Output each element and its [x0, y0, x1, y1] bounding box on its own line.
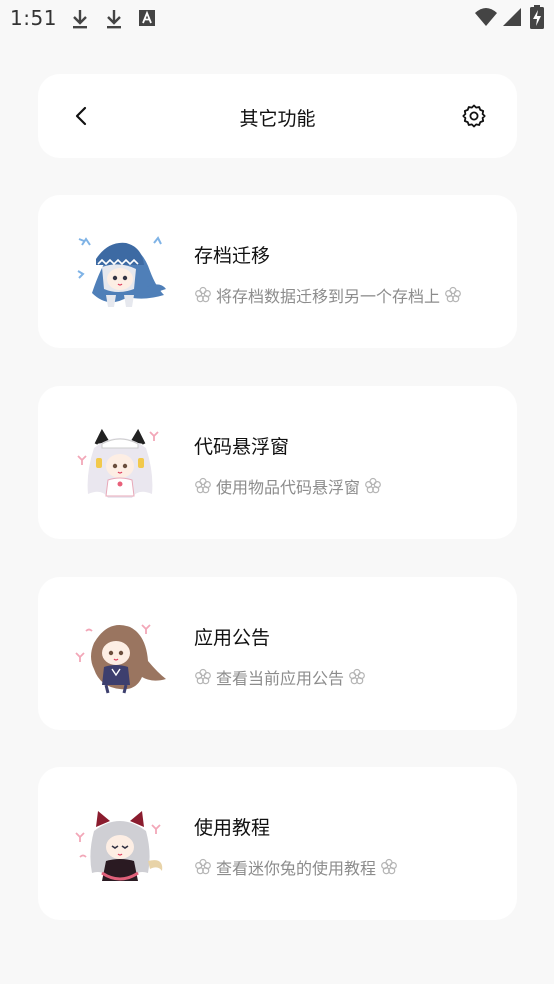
chibi-shark-hood-character: [77, 236, 166, 307]
chibi-brown-hair-character: [75, 624, 166, 694]
card-title: 使用教程: [194, 817, 271, 839]
chibi-maid-character: [77, 428, 159, 498]
flower-icon: [195, 858, 211, 875]
card-description-text: 将存档数据迁移到另一个存档上: [216, 287, 441, 306]
flower-icon: [445, 286, 461, 303]
download-icon: [107, 10, 121, 29]
card-description-text: 使用物品代码悬浮窗: [216, 478, 361, 497]
signal-icon: [503, 8, 521, 26]
status-bar: 1:51: [0, 0, 554, 38]
font-a-icon: [139, 10, 155, 26]
battery-charging-icon: [530, 5, 544, 29]
flower-icon: [195, 477, 211, 494]
flower-icon: [195, 668, 211, 685]
flower-icon: [381, 858, 397, 875]
gear-icon[interactable]: [460, 102, 488, 130]
card-description: 使用物品代码悬浮窗: [194, 474, 382, 498]
card-description: 将存档数据迁移到另一个存档上: [194, 283, 462, 307]
card-description: 查看迷你兔的使用教程: [194, 855, 398, 879]
page-title: 其它功能: [239, 108, 316, 130]
download-icon: [73, 10, 87, 29]
tutorial-card[interactable]: 使用教程 查看迷你兔的使用教程: [38, 767, 517, 920]
save-migration-card[interactable]: 存档迁移 将存档数据迁移到另一个存档上: [38, 195, 517, 348]
card-description: 查看当前应用公告: [194, 665, 366, 689]
status-time: 1:51: [10, 6, 57, 30]
flower-icon: [365, 477, 381, 494]
card-title: 应用公告: [194, 627, 271, 649]
card-description-text: 查看当前应用公告: [216, 669, 345, 688]
chibi-cat-ear-character: [75, 811, 163, 881]
code-floating-window-card[interactable]: 代码悬浮窗 使用物品代码悬浮窗: [38, 386, 517, 539]
card-description-text: 查看迷你兔的使用教程: [216, 859, 377, 878]
flower-icon: [349, 668, 365, 685]
card-title: 存档迁移: [194, 245, 271, 267]
header-card: 其它功能: [38, 74, 517, 158]
flower-icon: [195, 286, 211, 303]
app-announcement-card[interactable]: 应用公告 查看当前应用公告: [38, 577, 517, 730]
card-title: 代码悬浮窗: [194, 436, 290, 458]
wifi-icon: [475, 8, 497, 26]
